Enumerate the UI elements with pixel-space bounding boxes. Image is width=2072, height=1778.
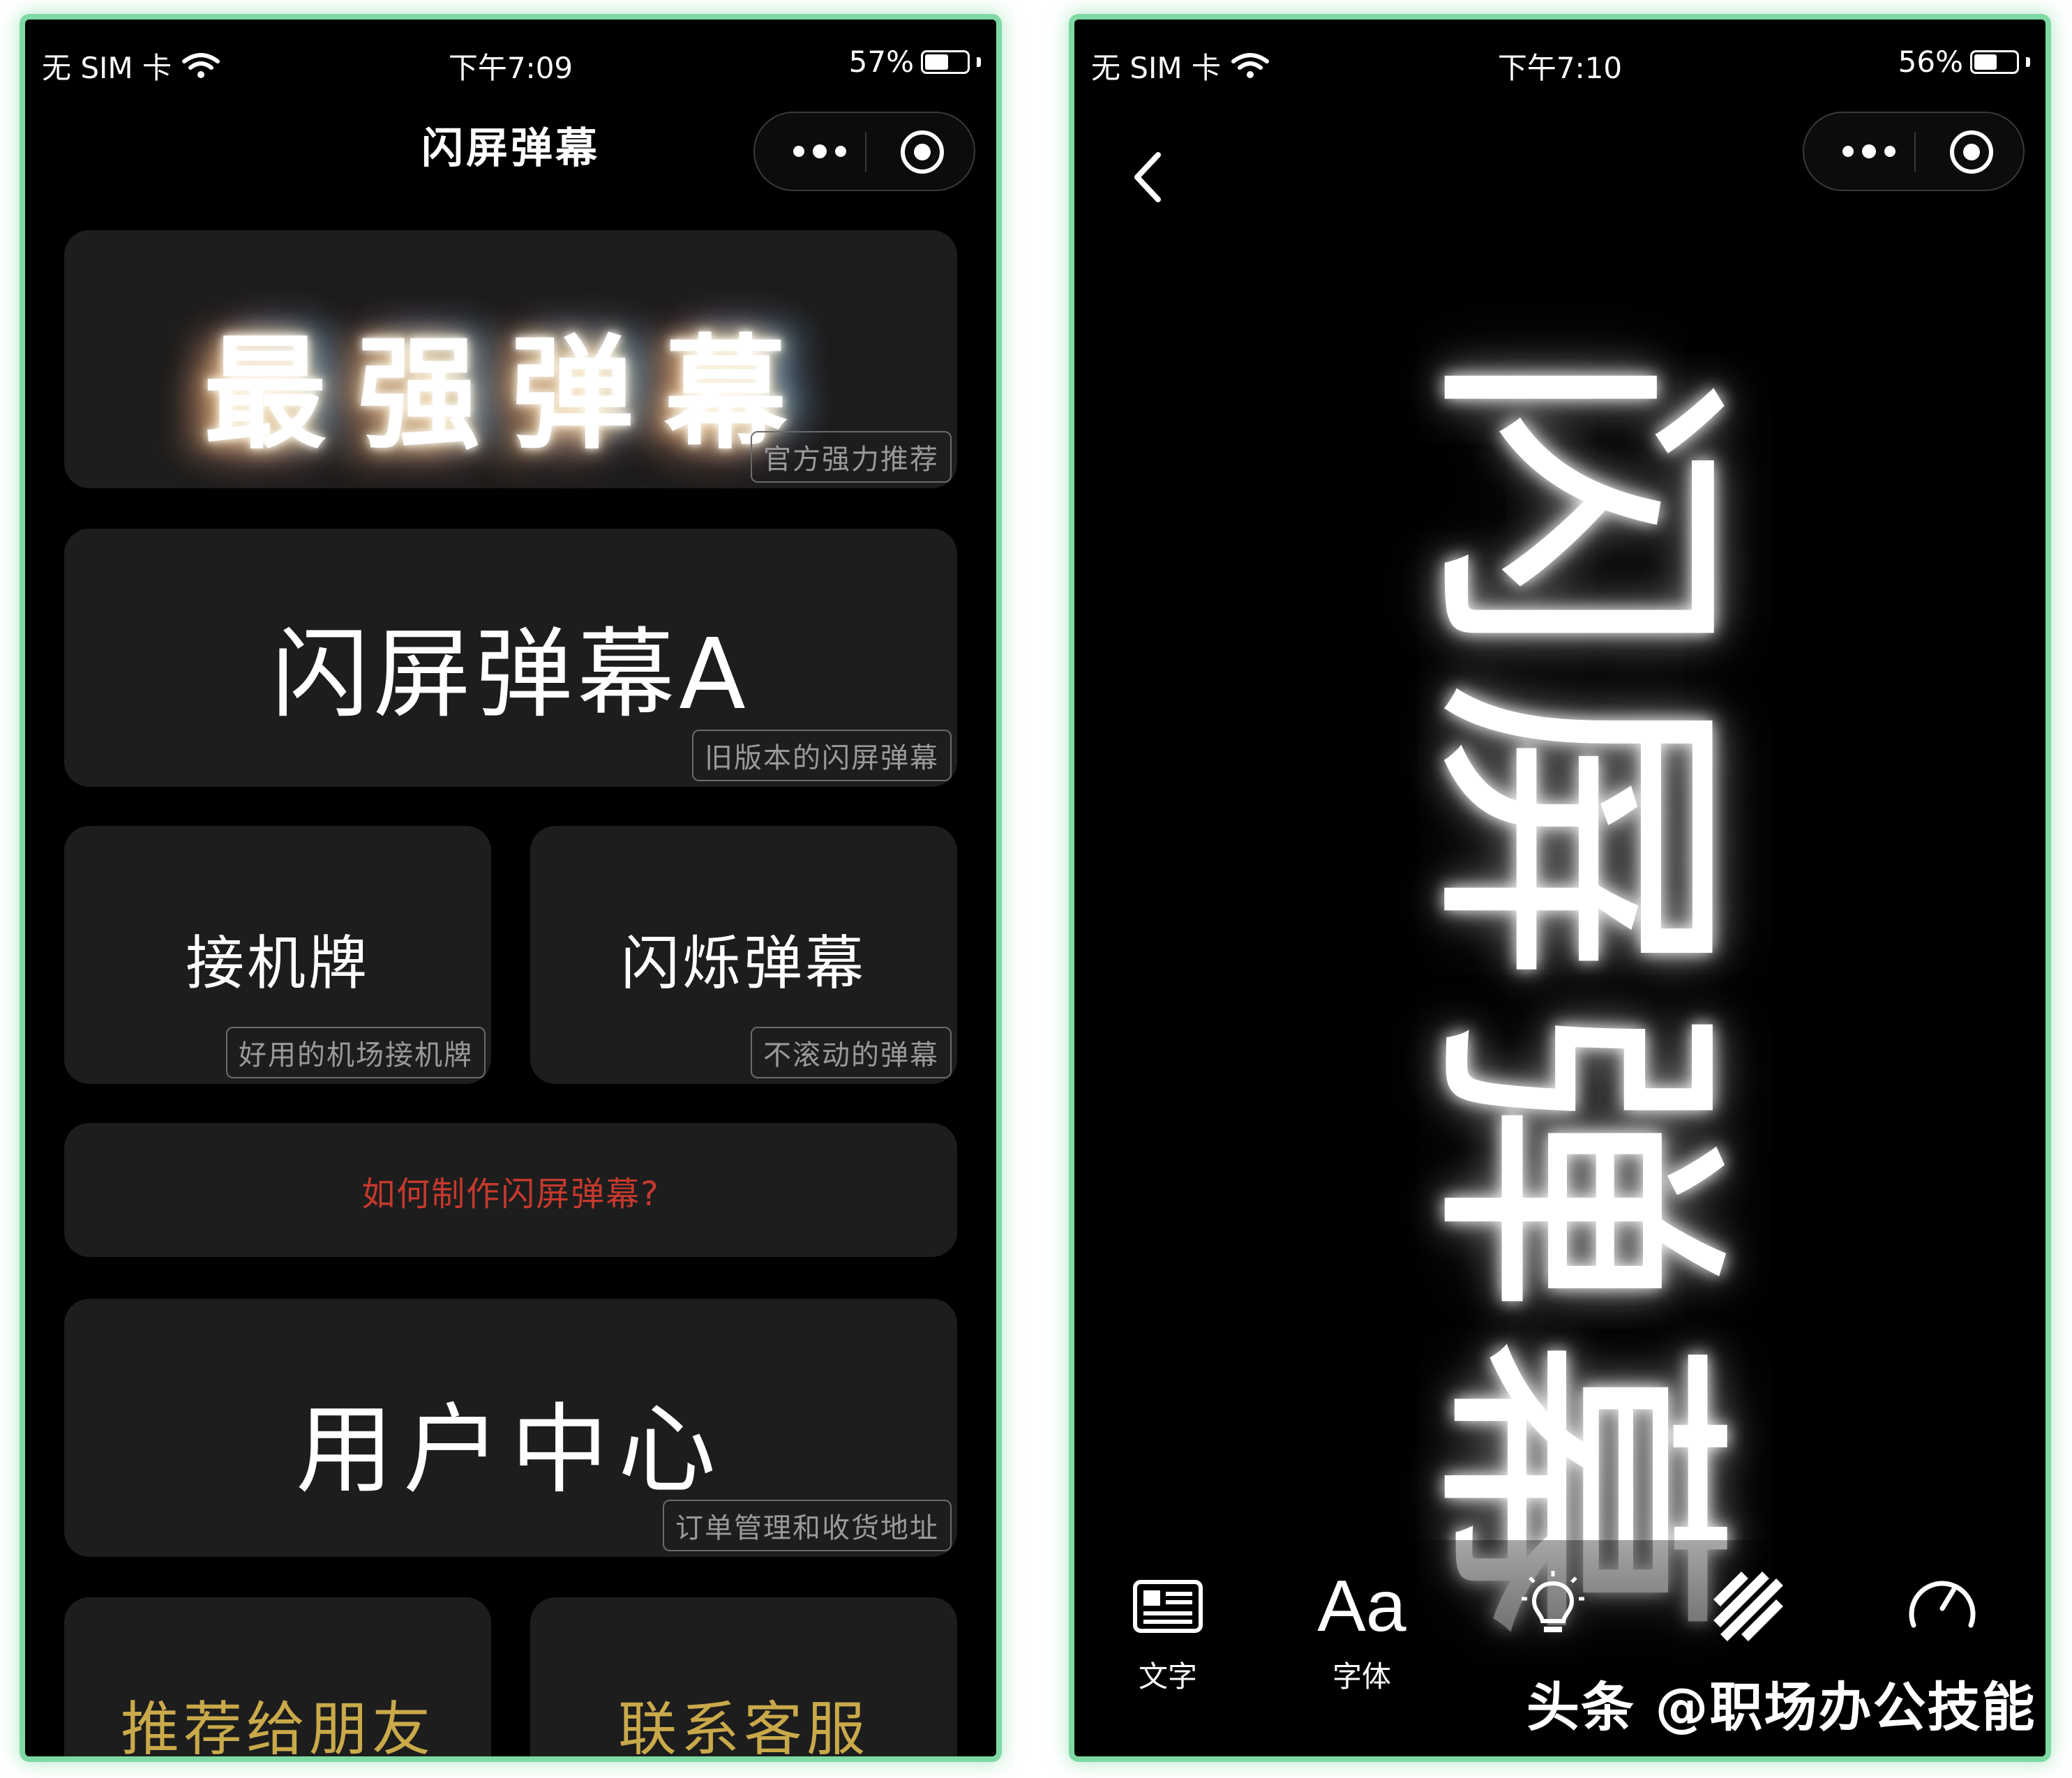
lightbulb-icon — [1522, 1571, 1584, 1632]
mini-program-capsule — [753, 112, 975, 191]
card-how-to[interactable]: 如何制作闪屏弹幕? — [64, 1123, 957, 1257]
nav-bar: 闪屏弹幕 — [25, 89, 996, 191]
tool-speed[interactable] — [1879, 1568, 2005, 1645]
card-label: 接机牌 — [185, 929, 370, 997]
danmaku-display-text: 闪 屏 弹 幕 — [1394, 340, 1757, 1652]
close-miniprogram-icon[interactable] — [899, 128, 946, 176]
battery-percent: 57% — [848, 45, 914, 79]
back-arrow-icon[interactable] — [1129, 149, 1166, 205]
display-char: 屏 — [1397, 679, 1754, 986]
card-pickup-sign[interactable]: 接机牌 好用的机场接机牌 — [64, 826, 491, 1084]
card-tag: 不滚动的弹幕 — [751, 1027, 952, 1078]
card-label: 闪烁弹幕 — [620, 929, 866, 997]
tool-label: 字体 — [1332, 1659, 1391, 1694]
card-recommend-friends[interactable]: 推荐给朋友 — [64, 1597, 491, 1756]
tool-glow[interactable] — [1490, 1568, 1616, 1645]
card-blinking-danmaku[interactable]: 闪烁弹幕 不滚动的弹幕 — [530, 826, 957, 1084]
card-label: 用户中心 — [295, 1394, 726, 1507]
display-char: 闪 — [1397, 351, 1754, 658]
nav-bar — [1074, 89, 2045, 202]
card-strongest-danmaku[interactable]: 最强弹幕 官方强力推荐 — [64, 230, 957, 488]
battery-icon — [921, 50, 970, 74]
close-miniprogram-icon[interactable] — [1948, 128, 1995, 176]
card-tag: 订单管理和收货地址 — [663, 1500, 952, 1551]
watermark-text: 头条 @职场办公技能 — [1526, 1676, 2036, 1738]
tool-text[interactable]: 文字 — [1105, 1568, 1231, 1696]
font-icon: Aa — [1317, 1566, 1406, 1647]
tool-font[interactable]: Aa 字体 — [1299, 1568, 1425, 1696]
stripes-icon — [1713, 1572, 1783, 1641]
card-label: 如何制作闪屏弹幕? — [361, 1175, 660, 1214]
card-tag: 官方强力推荐 — [751, 431, 952, 483]
card-flash-danmaku-a[interactable]: 闪屏弹幕A 旧版本的闪屏弹幕 — [64, 529, 957, 787]
status-bar: 无 SIM 卡 下午7:10 56% — [1074, 32, 2045, 85]
card-user-center[interactable]: 用户中心 订单管理和收货地址 — [64, 1299, 957, 1557]
card-tag: 好用的机场接机牌 — [226, 1027, 486, 1078]
card-label: 闪屏弹幕A — [271, 618, 750, 732]
card-contact-service[interactable]: 联系客服 — [530, 1597, 957, 1756]
mini-program-capsule — [1803, 112, 2025, 191]
phone-display-screen: 无 SIM 卡 下午7:10 56% 闪 屏 弹 幕 文字 Aa 字体 头条 @… — [1074, 20, 2045, 1756]
phone-home-screen: 无 SIM 卡 下午7:09 57% 闪屏弹幕 最强弹幕 官方强力推荐 闪屏弹幕… — [25, 20, 996, 1756]
card-label: 联系客服 — [617, 1695, 869, 1756]
more-icon[interactable] — [1838, 134, 1900, 169]
card-label: 推荐给朋友 — [120, 1695, 435, 1756]
speed-gauge-icon — [1909, 1581, 1976, 1628]
tool-background[interactable] — [1686, 1568, 1811, 1645]
text-icon — [1133, 1580, 1203, 1633]
battery-icon — [1970, 50, 2019, 74]
display-char: 弹 — [1397, 1007, 1754, 1313]
more-icon[interactable] — [788, 134, 851, 169]
battery-info: 56% — [1898, 45, 2030, 79]
tool-label: 文字 — [1138, 1659, 1197, 1694]
card-tag: 旧版本的闪屏弹幕 — [692, 730, 952, 781]
battery-info: 57% — [849, 45, 981, 79]
battery-percent: 56% — [1898, 45, 1963, 79]
status-bar: 无 SIM 卡 下午7:09 57% — [25, 32, 996, 85]
